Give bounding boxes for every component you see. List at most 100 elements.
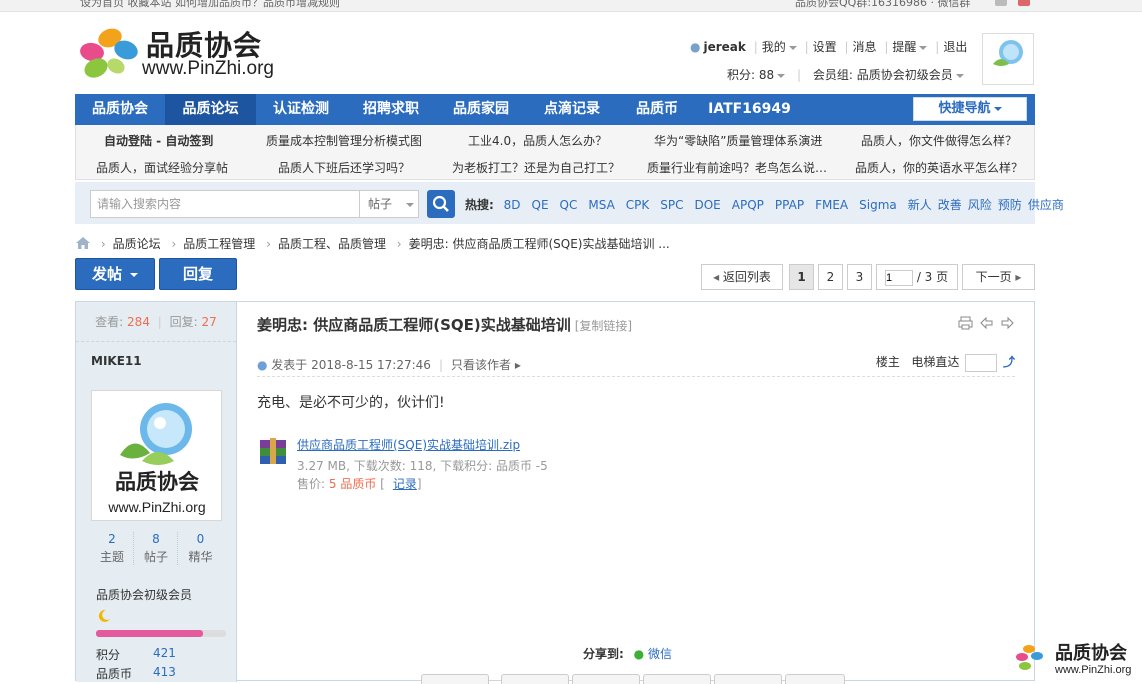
new-post-button[interactable]: 发帖 (75, 258, 155, 290)
reply-button[interactable]: 回复 (159, 258, 237, 290)
top-bar: 设为首页 收藏本站 如何增加品质币？品质币增减规则 品质协会QQ群:163169… (0, 0, 1142, 12)
user-avatar[interactable] (982, 33, 1034, 85)
post-action-button[interactable] (572, 674, 640, 684)
author-group[interactable]: 品质协会初级会员 (96, 586, 192, 603)
nav-item-home[interactable]: 品质家园 (436, 94, 526, 125)
author-avatar[interactable]: 品质协会 www.PinZhi.org (91, 390, 222, 521)
watermark-logo-icon: 品质协会 www.PinZhi.org (1016, 642, 1131, 676)
hot-search-item[interactable]: 新人 (908, 198, 932, 212)
promo-link[interactable]: 工业4.0，品质人怎么办？ (468, 132, 607, 149)
hot-search-item[interactable]: DOE (695, 198, 721, 212)
hot-search-item[interactable]: SPC (660, 198, 683, 212)
usergroup-menu[interactable]: 会员组: 品质协会初级会员 (813, 68, 964, 82)
purchase-record-link[interactable]: 记录 (393, 477, 417, 491)
attachment-link[interactable]: 供应商品质工程师(SQE)实战基础培训.zip (297, 436, 520, 453)
views-count: 284 (127, 315, 150, 329)
my-menu[interactable]: 我的 (762, 40, 797, 54)
nav-item-records[interactable]: 点滴记录 (526, 94, 618, 125)
nav-item-forum[interactable]: 品质论坛 (165, 94, 256, 125)
quick-nav-button[interactable]: 快捷导航 (913, 97, 1027, 121)
topics-count[interactable]: 2 主题 (91, 532, 134, 565)
hot-search-item[interactable]: 风险 (968, 198, 992, 212)
top-right-text[interactable]: 品质协会QQ群:16316986 · 微信群 (795, 0, 971, 10)
breadcrumb-item[interactable]: 品质工程、品质管理 (278, 237, 386, 251)
prev-thread-icon[interactable] (979, 316, 994, 330)
wechat-icon[interactable]: ● (634, 647, 644, 661)
page-1[interactable]: 1 (789, 264, 814, 290)
search-button[interactable] (427, 190, 455, 218)
petal-logo-icon (80, 28, 138, 78)
home-icon[interactable] (76, 237, 90, 249)
messages-link[interactable]: 消息 (853, 40, 877, 54)
thread-title-row: 姜明忠: 供应商品质工程师(SQE)实战基础培训 [复制链接] (257, 314, 632, 335)
zip-archive-icon (260, 438, 286, 464)
breadcrumb-item[interactable]: 品质工程管理 (183, 237, 255, 251)
promo-link[interactable]: 质量成本控制管理分析模式图 (266, 132, 422, 149)
breadcrumb-item[interactable]: 品质论坛 (113, 237, 161, 251)
nav-item-coins[interactable]: 品质币 (618, 94, 696, 125)
promo-link[interactable]: 为老板打工？还是为自己打工？ (452, 159, 620, 176)
post-action-button[interactable] (714, 674, 782, 684)
print-icon[interactable] (958, 316, 973, 330)
post-main: 姜明忠: 供应商品质工程师(SQE)实战基础培训 [复制链接] ● 发表于 201… (238, 302, 1034, 684)
post-action-button[interactable] (501, 674, 569, 684)
hot-search-item[interactable]: MSA (588, 198, 614, 212)
nav-item-pinzhi[interactable]: 品质协会 (75, 94, 165, 125)
only-author-link[interactable]: 只看该作者 (451, 358, 511, 372)
hot-search-item[interactable]: QC (560, 198, 578, 212)
hot-search-item[interactable]: PPAP (775, 198, 804, 212)
hot-search-item[interactable]: Sigma (859, 198, 897, 212)
promo-link[interactable]: 自动登陆 - 自动签到 (104, 132, 213, 149)
share-wechat[interactable]: 微信 (648, 647, 672, 661)
page-3[interactable]: 3 (847, 264, 872, 290)
hot-search-item[interactable]: FMEA (815, 198, 848, 212)
next-thread-icon[interactable] (1000, 316, 1015, 330)
promo-link[interactable]: 华为“零缺陷”质量管理体系演进 (654, 132, 822, 149)
hot-search-item[interactable]: 供应商 (1028, 198, 1064, 212)
logout-link[interactable]: 退出 (943, 40, 967, 54)
promo-link[interactable]: 质量行业有前途吗？老鸟怎么说… (647, 159, 827, 176)
remind-menu[interactable]: 提醒 (892, 40, 928, 54)
top-links[interactable]: 设为首页 收藏本站 如何增加品质币？品质币增减规则 (80, 0, 340, 10)
posts-count[interactable]: 8 帖子 (135, 532, 178, 565)
page-2[interactable]: 2 (818, 264, 843, 290)
nav-item-jobs[interactable]: 招聘求职 (346, 94, 436, 125)
promo-link[interactable]: 品质人，面试经验分享帖 (96, 159, 228, 176)
chevron-down-icon (788, 45, 797, 50)
promo-link[interactable]: 品质人下班后还学习吗？ (278, 159, 410, 176)
post-action-button[interactable] (421, 674, 489, 684)
hot-search-item[interactable]: CPK (626, 198, 649, 212)
avatar-en-text: www.PinZhi.org (107, 499, 205, 515)
page-jump-input[interactable] (885, 269, 913, 286)
hot-search-item[interactable]: APQP (732, 198, 764, 212)
hot-search-item[interactable]: QE (532, 198, 549, 212)
watermark: 品质协会 www.PinZhi.org (1015, 639, 1142, 679)
weibo-icon[interactable] (995, 0, 1007, 6)
settings-link[interactable]: 设置 (813, 40, 837, 54)
promo-link[interactable]: 品质人，你的英语水平怎么样？ (855, 159, 1023, 176)
username-link[interactable]: jereak (703, 40, 745, 54)
author-name[interactable]: MIKE11 (91, 354, 142, 368)
nav-item-iatf[interactable]: IATF16949 (696, 94, 803, 125)
user-icon: ● (690, 40, 701, 54)
jump-floor-input[interactable] (965, 353, 998, 372)
post-action-button[interactable] (785, 674, 845, 684)
copy-link[interactable]: [复制链接] (575, 319, 632, 333)
breadcrumb-current[interactable]: 姜明忠: 供应商品质工程师(SQE)实战基础培训 ... (409, 237, 670, 251)
hot-search-item[interactable]: 预防 (998, 198, 1022, 212)
nav-item-certification[interactable]: 认证检测 (256, 94, 346, 125)
points-menu[interactable]: 积分: 88 (727, 68, 786, 82)
author-coins: 品质币 413 (96, 665, 176, 681)
digest-count[interactable]: 0 精华 (179, 532, 222, 565)
jump-go-icon[interactable]: ⤴ (1003, 355, 1015, 369)
search-input[interactable]: 请输入搜索内容 (90, 190, 360, 218)
promo-link[interactable]: 品质人，你文件做得怎么样？ (861, 132, 1017, 149)
site-logo[interactable]: 品质协会 www.PinZhi.org (76, 22, 296, 82)
hot-search-item[interactable]: 改善 (938, 198, 962, 212)
next-page-button[interactable]: 下一页 ▸ (962, 264, 1035, 290)
post-action-button[interactable] (643, 674, 711, 684)
hot-search-item[interactable]: 8D (504, 198, 521, 212)
back-to-list-button[interactable]: ◂ 返回列表 (701, 264, 783, 290)
qzone-icon[interactable] (1018, 0, 1030, 6)
search-type-select[interactable]: 帖子 (359, 190, 419, 218)
